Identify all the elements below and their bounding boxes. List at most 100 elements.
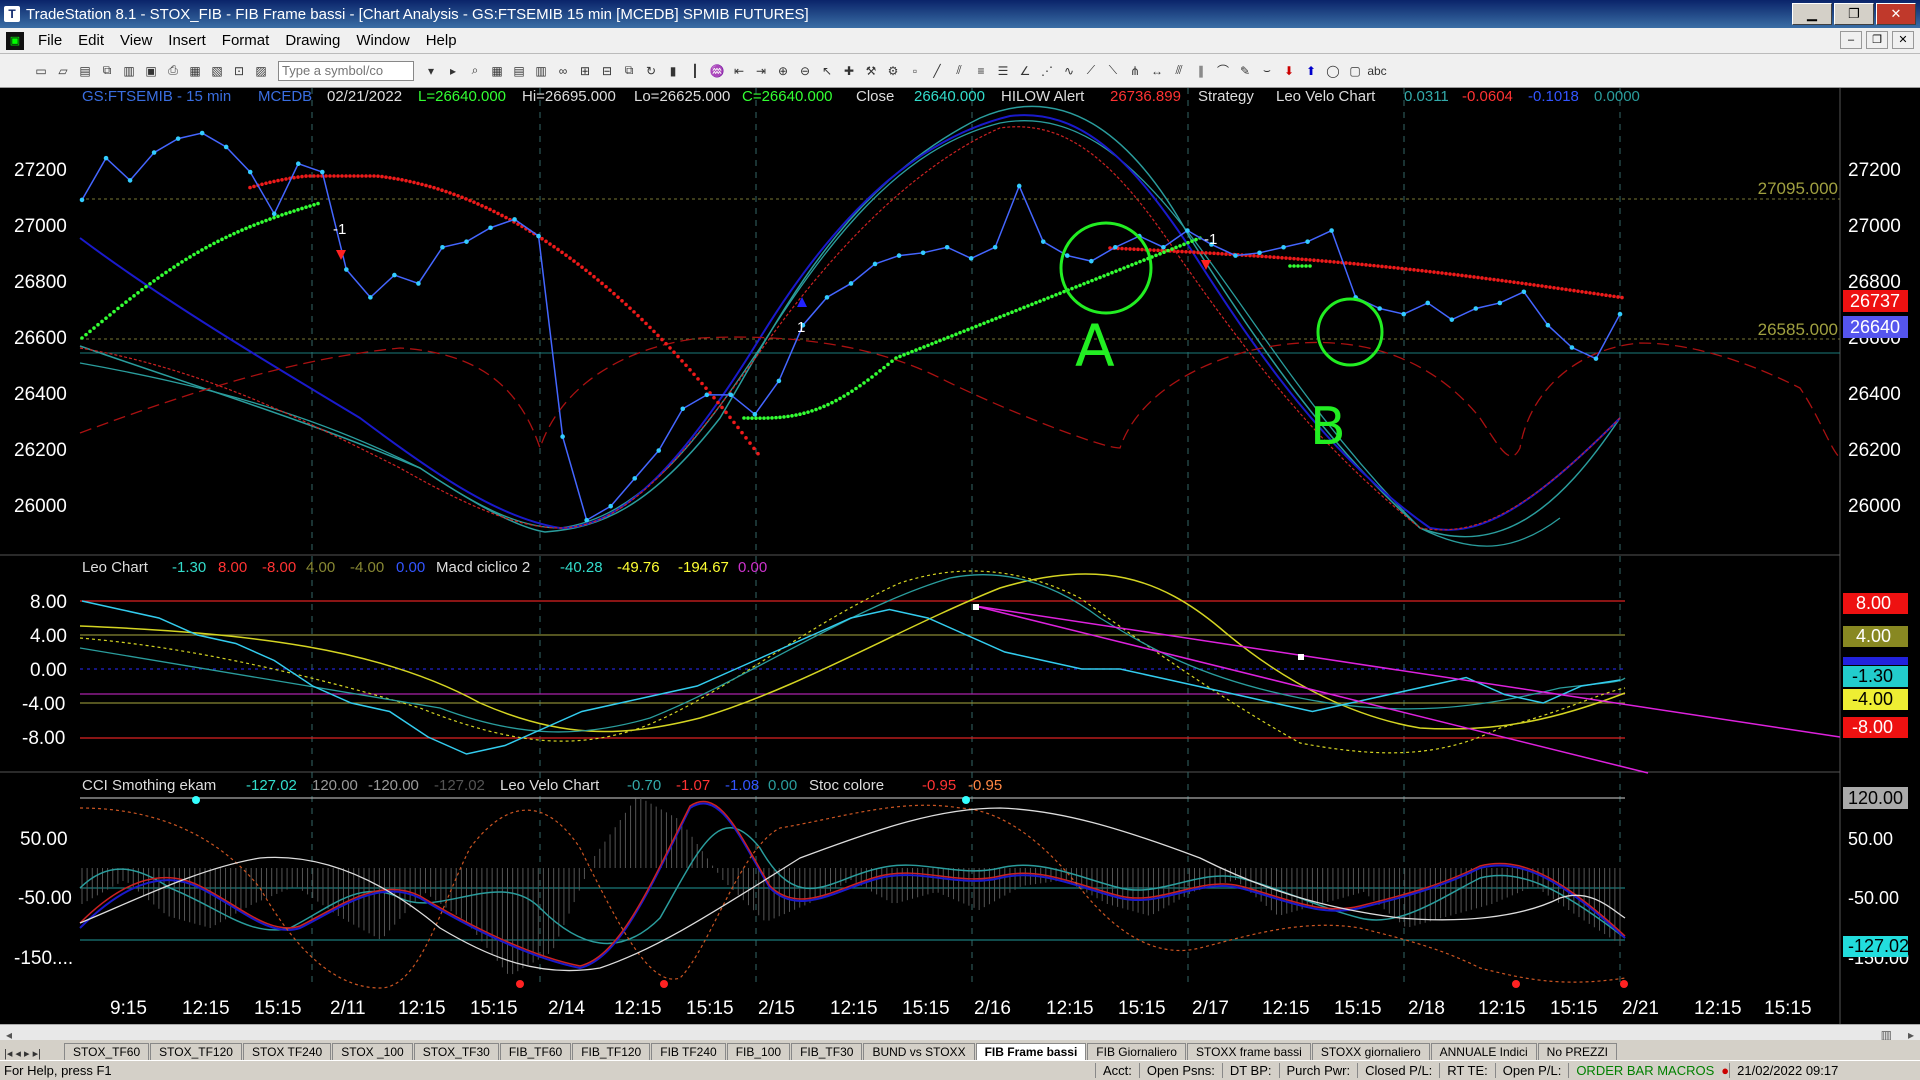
menu-drawing[interactable]: Drawing xyxy=(277,32,348,49)
channel-icon[interactable]: ⫽ xyxy=(950,62,968,80)
indicator-icon[interactable]: ♒ xyxy=(708,62,726,80)
fan-icon[interactable]: ⋰ xyxy=(1038,62,1056,80)
chevron-down-icon[interactable]: ▾ xyxy=(422,62,440,80)
candle-icon[interactable]: ┃ xyxy=(686,62,704,80)
cycle-icon[interactable]: ∿ xyxy=(1060,62,1078,80)
chart-icon[interactable]: ▦ xyxy=(488,62,506,80)
fibonacci-icon[interactable]: ☰ xyxy=(994,62,1012,80)
angle-icon[interactable]: ∠ xyxy=(1016,62,1034,80)
arc-icon[interactable]: ⌒ xyxy=(1214,62,1232,80)
horizontal-lines-icon[interactable]: ≡ xyxy=(972,62,990,80)
tab-stoxx-frame-bassi[interactable]: STOXX frame bassi xyxy=(1186,1043,1311,1060)
tab-fib-100[interactable]: FIB_100 xyxy=(726,1043,791,1060)
tab-bund-vs-stoxx[interactable]: BUND vs STOXX xyxy=(863,1043,975,1060)
toolbar-icon-35[interactable]: ▫ xyxy=(906,62,924,80)
strategy-dot xyxy=(962,329,966,333)
axis2-tick: 4.00 xyxy=(30,626,67,647)
menu-file[interactable]: File xyxy=(30,32,70,49)
refresh-icon[interactable]: ↻ xyxy=(642,62,660,80)
tab-fib-frame-bassi[interactable]: FIB Frame bassi xyxy=(975,1043,1087,1060)
menu-insert[interactable]: Insert xyxy=(160,32,214,49)
bar-chart-icon[interactable]: ▮ xyxy=(664,62,682,80)
matrix-icon[interactable]: ▥ xyxy=(532,62,550,80)
toolbar-icon-9[interactable]: ▧ xyxy=(208,62,226,80)
new-window-icon[interactable]: ▤ xyxy=(76,62,94,80)
folder-open-icon[interactable]: ▨ xyxy=(252,62,270,80)
tab-stox-tf240[interactable]: STOX TF240 xyxy=(242,1043,332,1060)
tab-fib-tf120[interactable]: FIB_TF120 xyxy=(572,1043,651,1060)
go-arrow-icon[interactable]: ▸ xyxy=(444,62,462,80)
tab-fib-tf60[interactable]: FIB_TF60 xyxy=(499,1043,572,1060)
text-icon[interactable]: abc xyxy=(1367,62,1386,80)
price-point xyxy=(151,150,157,155)
minimize-button[interactable]: ▁ xyxy=(1792,3,1832,25)
arrow-up-blue-icon[interactable]: ⬆ xyxy=(1302,62,1320,80)
cursor-data-icon[interactable]: ✚ xyxy=(840,62,858,80)
hilow-dot xyxy=(704,386,708,390)
zoom-in-icon[interactable]: ⊕ xyxy=(774,62,792,80)
folder-icon[interactable]: ▥ xyxy=(120,62,138,80)
menu-help[interactable]: Help xyxy=(418,32,465,49)
gann-icon[interactable]: ⫻ xyxy=(1170,62,1188,80)
restore-button[interactable]: ❐ xyxy=(1834,3,1874,25)
tab-stox-tf30[interactable]: STOX_TF30 xyxy=(413,1043,499,1060)
lock-icon[interactable]: ⊡ xyxy=(230,62,248,80)
options-icon[interactable]: ⊟ xyxy=(598,62,616,80)
regression-icon[interactable]: ⟍ xyxy=(1104,62,1122,80)
mdi-close-button[interactable]: ✕ xyxy=(1892,31,1914,49)
zoom-out-icon[interactable]: ⊖ xyxy=(796,62,814,80)
chart-window[interactable]: GS:FTSEMIB - 15 min MCEDB 02/21/2022 L=2… xyxy=(0,88,1920,1024)
trendline-icon[interactable]: ╱ xyxy=(928,62,946,80)
strategy-dot xyxy=(878,369,882,373)
save-icon[interactable]: ▣ xyxy=(142,62,160,80)
rectangle-icon[interactable]: ▢ xyxy=(1346,62,1364,80)
scan-icon[interactable]: ⊞ xyxy=(576,62,594,80)
symbol-input[interactable] xyxy=(278,60,414,81)
tab-annuale-indici[interactable]: ANNUALE Indici xyxy=(1430,1043,1537,1060)
pointer-icon[interactable]: ↖ xyxy=(818,62,836,80)
mdi-restore-button[interactable]: ❐ xyxy=(1866,31,1888,49)
parallel-icon[interactable]: ∥ xyxy=(1192,62,1210,80)
new-file-icon[interactable]: ▭ xyxy=(32,62,50,80)
hilow-dot xyxy=(312,174,316,178)
mdi-minimize-button[interactable]: – xyxy=(1840,31,1862,49)
ellipse-icon[interactable]: ◯ xyxy=(1324,62,1342,80)
chart-canvas[interactable]: GS:FTSEMIB - 15 min MCEDB 02/21/2022 L=2… xyxy=(0,88,1920,1024)
andrews-icon[interactable]: ⋔ xyxy=(1126,62,1144,80)
toolbar-icon-8[interactable]: ▦ xyxy=(186,62,204,80)
menu-format[interactable]: Format xyxy=(214,32,278,49)
speed-lines-icon[interactable]: ⟋ xyxy=(1082,62,1100,80)
price-point xyxy=(392,272,397,278)
print-icon[interactable]: ⎙ xyxy=(164,62,182,80)
arrow-both-icon[interactable]: ↔ xyxy=(1148,62,1166,80)
tab-stoxx-giornaliero[interactable]: STOXX giornaliero xyxy=(1311,1043,1430,1060)
strategy-icon[interactable]: ⚙ xyxy=(884,62,902,80)
close-button[interactable]: ✕ xyxy=(1876,3,1916,25)
expand-icon[interactable]: ⇥ xyxy=(752,62,770,80)
hammer-icon[interactable]: ⚒ xyxy=(862,62,880,80)
macros-cell[interactable]: ORDER BAR MACROS xyxy=(1568,1063,1721,1078)
arrow-down-red-icon[interactable]: ⬇ xyxy=(1280,62,1298,80)
tab-fib-tf30[interactable]: FIB_TF30 xyxy=(791,1043,863,1060)
tab-stox-tf60[interactable]: STOX_TF60 xyxy=(64,1043,150,1060)
price-point xyxy=(848,281,854,286)
menu-edit[interactable]: Edit xyxy=(70,32,112,49)
copy-icon[interactable]: ⧉ xyxy=(98,62,116,80)
tab-stox-tf120[interactable]: STOX_TF120 xyxy=(150,1043,242,1060)
compress-icon[interactable]: ⇤ xyxy=(730,62,748,80)
curve-icon[interactable]: ⌣ xyxy=(1258,62,1276,80)
tab-stox-100[interactable]: STOX _100 xyxy=(332,1043,413,1060)
menu-view[interactable]: View xyxy=(112,32,160,49)
link-icon[interactable]: ∞ xyxy=(554,62,572,80)
tradestation-logo-icon[interactable]: ▣ xyxy=(6,31,24,50)
radar-icon[interactable]: ▤ xyxy=(510,62,528,80)
tab-fib-giornaliero[interactable]: FIB Giornaliero xyxy=(1087,1043,1186,1060)
tab-fib-tf240[interactable]: FIB TF240 xyxy=(651,1043,726,1060)
menu-window[interactable]: Window xyxy=(348,32,417,49)
pencil-icon[interactable]: ✎ xyxy=(1236,62,1254,80)
lookup-icon[interactable]: ⌕ xyxy=(466,62,484,80)
tab-navigation[interactable]: |◂ ◂ ▸ ▸| xyxy=(0,1047,64,1060)
window-icon[interactable]: ⧉ xyxy=(620,62,638,80)
tab-no-prezzi[interactable]: No PREZZI xyxy=(1537,1043,1618,1060)
open-file-icon[interactable]: ▱ xyxy=(54,62,72,80)
